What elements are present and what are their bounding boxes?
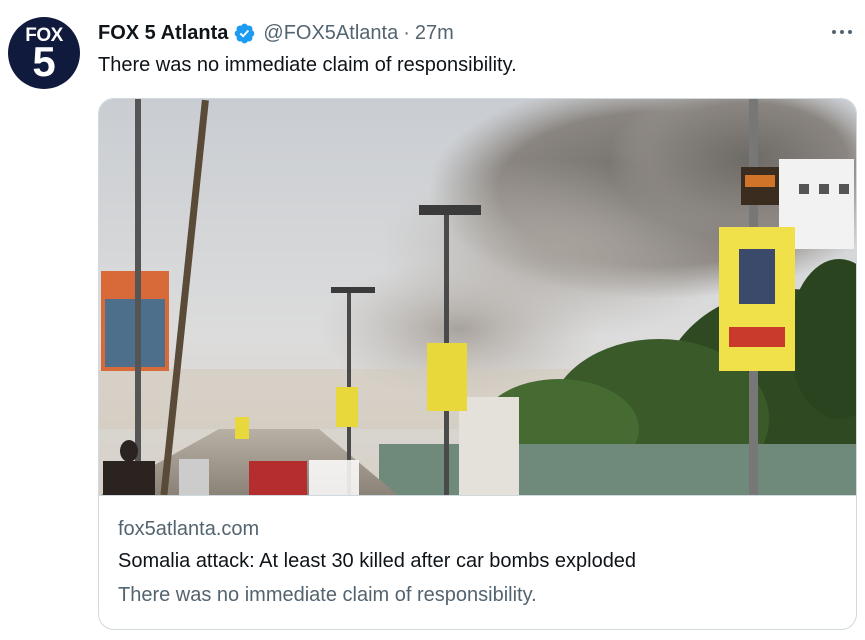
separator-dot: · <box>403 21 410 44</box>
tweet-text: There was no immediate claim of responsi… <box>98 54 517 76</box>
tweet[interactable]: FOX 5 FOX 5 Atlanta @FOX5Atlanta · 27m T… <box>0 0 865 640</box>
user-handle[interactable]: @FOX5Atlanta <box>263 22 398 45</box>
display-name[interactable]: FOX 5 Atlanta <box>98 22 228 45</box>
tweet-header: FOX 5 Atlanta @FOX5Atlanta · 27m <box>98 18 454 48</box>
timestamp[interactable]: 27m <box>415 22 454 45</box>
more-horizontal-icon[interactable] <box>829 22 855 42</box>
card-title: Somalia attack: At least 30 killed after… <box>118 550 637 572</box>
card-description: There was no immediate claim of responsi… <box>118 584 537 606</box>
card-domain: fox5atlanta.com <box>118 518 260 540</box>
verified-badge-icon <box>233 22 256 45</box>
avatar[interactable]: FOX 5 <box>8 17 80 89</box>
card-image[interactable] <box>99 99 856 496</box>
avatar-logo-number: 5 <box>32 38 56 85</box>
link-card[interactable]: fox5atlanta.com Somalia attack: At least… <box>98 98 857 630</box>
